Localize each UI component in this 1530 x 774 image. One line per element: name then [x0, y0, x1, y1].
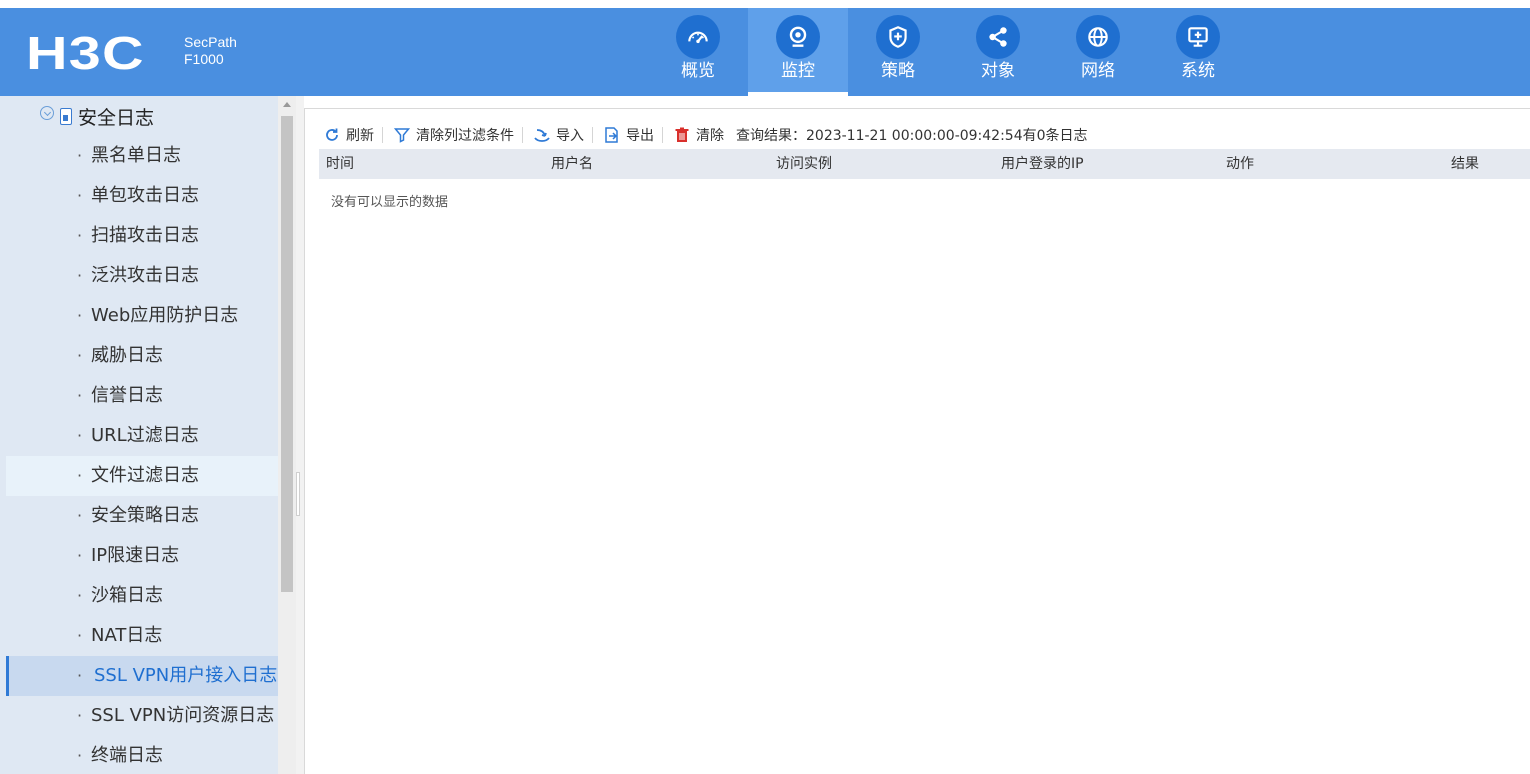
sidebar-item-scan-attack-log[interactable]: 扫描攻击日志 [6, 216, 278, 256]
sidebar-item-reputation-log[interactable]: 信誉日志 [6, 376, 278, 416]
sidebar-item-label: SSL VPN访问资源日志 [91, 705, 275, 726]
nav-system[interactable]: 系统 [1148, 8, 1248, 96]
product-line-1: SecPath [184, 34, 237, 50]
h3c-logo: H3C [26, 27, 145, 79]
toolbar-divider [592, 127, 593, 143]
sidebar-scrollbar[interactable] [278, 96, 296, 774]
sidebar-list: 黑名单日志 单包攻击日志 扫描攻击日志 泛洪攻击日志 Web应用防护日志 威胁日… [6, 136, 278, 774]
column-header-login-ip[interactable]: 用户登录的IP [994, 149, 1219, 179]
sidebar-item-label: IP限速日志 [91, 545, 180, 566]
export-icon [605, 127, 618, 143]
sidebar-item-label: 安全策略日志 [91, 505, 199, 526]
nav-policy[interactable]: 策略 [848, 8, 948, 96]
sidebar-item-label: 终端日志 [91, 745, 163, 766]
refresh-label: 刷新 [346, 128, 374, 144]
sidebar-item-label: 文件过滤日志 [91, 465, 199, 486]
import-button[interactable]: 导入 [531, 125, 592, 145]
export-button[interactable]: 导出 [601, 125, 662, 145]
share-nodes-icon [976, 15, 1020, 59]
sidebar-item-blacklist-log[interactable]: 黑名单日志 [6, 136, 278, 176]
sidebar-item-label: SSL VPN用户接入日志 [94, 665, 278, 686]
log-toolbar: 刷新 清除列过滤条件 导入 导出 清除 查询结果：2023-11-21 00:0… [321, 123, 1088, 147]
nav-label: 监控 [781, 61, 815, 81]
column-header-username[interactable]: 用户名 [544, 149, 769, 179]
globe-icon [1076, 15, 1120, 59]
clear-filter-button[interactable]: 清除列过滤条件 [391, 125, 522, 145]
collapse-sidebar-handle[interactable] [296, 472, 300, 516]
log-table-header: 时间 用户名 访问实例 用户登录的IP 动作 结果 [319, 149, 1530, 179]
nav-label: 策略 [881, 61, 915, 81]
filter-icon [393, 128, 411, 143]
dashboard-icon [676, 15, 720, 59]
sidebar-item-sandbox-log[interactable]: 沙箱日志 [6, 576, 278, 616]
sidebar-item-ip-rate-limit-log[interactable]: IP限速日志 [6, 536, 278, 576]
column-header-action[interactable]: 动作 [1219, 149, 1444, 179]
system-display-icon [1176, 15, 1220, 59]
query-result-text: 查询结果：2023-11-21 00:00:00-09:42:54有0条日志 [736, 128, 1088, 144]
empty-table-message: 没有可以显示的数据 [331, 195, 449, 210]
nav-label: 系统 [1181, 61, 1215, 81]
sidebar-item-threat-log[interactable]: 威胁日志 [6, 336, 278, 376]
trash-icon [675, 127, 689, 142]
sidebar-item-nat-log[interactable]: NAT日志 [6, 616, 278, 656]
scroll-thumb[interactable] [281, 116, 293, 592]
sidebar-item-label: 扫描攻击日志 [91, 225, 199, 246]
nav-network[interactable]: 网络 [1048, 8, 1148, 96]
main-nav: 概览 监控 策略 对象 网络 系统 [648, 8, 1248, 96]
sidebar-item-flood-attack-log[interactable]: 泛洪攻击日志 [6, 256, 278, 296]
sidebar-item-label: 单包攻击日志 [91, 185, 199, 206]
column-header-time[interactable]: 时间 [319, 149, 544, 179]
top-strip [0, 0, 1530, 8]
nav-label: 网络 [1081, 61, 1115, 81]
sidebar-item-label: 威胁日志 [91, 345, 163, 366]
sidebar-item-label: 沙箱日志 [91, 585, 163, 606]
sidebar-item-url-filter-log[interactable]: URL过滤日志 [6, 416, 278, 456]
sidebar-item-label: 泛洪攻击日志 [91, 265, 199, 286]
collapse-chevron-icon[interactable] [40, 106, 54, 120]
toolbar-divider [522, 127, 523, 143]
refresh-button[interactable]: 刷新 [321, 125, 382, 145]
sidebar-item-ssl-vpn-resource-access-log[interactable]: SSL VPN访问资源日志 [6, 696, 278, 736]
monitor-camera-icon [776, 15, 820, 59]
sidebar-item-label: NAT日志 [91, 625, 163, 646]
sidebar-item-web-app-protection-log[interactable]: Web应用防护日志 [6, 296, 278, 336]
nav-monitor[interactable]: 监控 [748, 8, 848, 96]
toolbar-divider [382, 127, 383, 143]
sidebar-item-security-policy-log[interactable]: 安全策略日志 [6, 496, 278, 536]
nav-label: 对象 [981, 61, 1015, 81]
sidebar-item-label: 信誉日志 [91, 385, 163, 406]
toolbar-divider [662, 127, 663, 143]
sidebar-item-ssl-vpn-user-access-log[interactable]: SSL VPN用户接入日志 [6, 656, 278, 696]
nav-label: 概览 [681, 61, 715, 81]
sidebar-item-label: URL过滤日志 [91, 425, 199, 446]
nav-overview[interactable]: 概览 [648, 8, 748, 96]
main-content: 刷新 清除列过滤条件 导入 导出 清除 查询结果：2023-11-21 00:0… [304, 108, 1530, 774]
clear-button[interactable]: 清除 [671, 125, 732, 145]
column-header-result[interactable]: 结果 [1444, 149, 1530, 179]
sidebar-item-single-packet-attack-log[interactable]: 单包攻击日志 [6, 176, 278, 216]
column-header-access-instance[interactable]: 访问实例 [769, 149, 994, 179]
export-label: 导出 [626, 128, 654, 144]
sidebar-root-security-log[interactable]: 安全日志 [40, 102, 154, 130]
log-folder-icon [60, 107, 72, 125]
sidebar-root-label: 安全日志 [78, 106, 155, 129]
import-label: 导入 [556, 128, 584, 144]
sidebar-item-label: 黑名单日志 [91, 145, 181, 166]
clear-filter-label: 清除列过滤条件 [416, 128, 514, 144]
sidebar-item-file-filter-log[interactable]: 文件过滤日志 [6, 456, 278, 496]
clear-label: 清除 [696, 128, 724, 144]
panel-splitter[interactable] [296, 96, 304, 774]
sidebar-item-terminal-log[interactable]: 终端日志 [6, 736, 278, 774]
sidebar: 安全日志 黑名单日志 单包攻击日志 扫描攻击日志 泛洪攻击日志 Web应用防护日… [0, 96, 278, 774]
shield-plus-icon [876, 15, 920, 59]
refresh-icon [326, 128, 338, 141]
app-header: H3C SecPath F1000 概览 监控 策略 对象 网络 系统 [0, 8, 1530, 96]
product-name: SecPath F1000 [184, 34, 237, 68]
nav-object[interactable]: 对象 [948, 8, 1048, 96]
sidebar-item-label: Web应用防护日志 [91, 305, 239, 326]
import-icon [534, 129, 550, 142]
scroll-up-arrow-icon[interactable] [283, 102, 291, 107]
product-line-2: F1000 [184, 51, 224, 67]
